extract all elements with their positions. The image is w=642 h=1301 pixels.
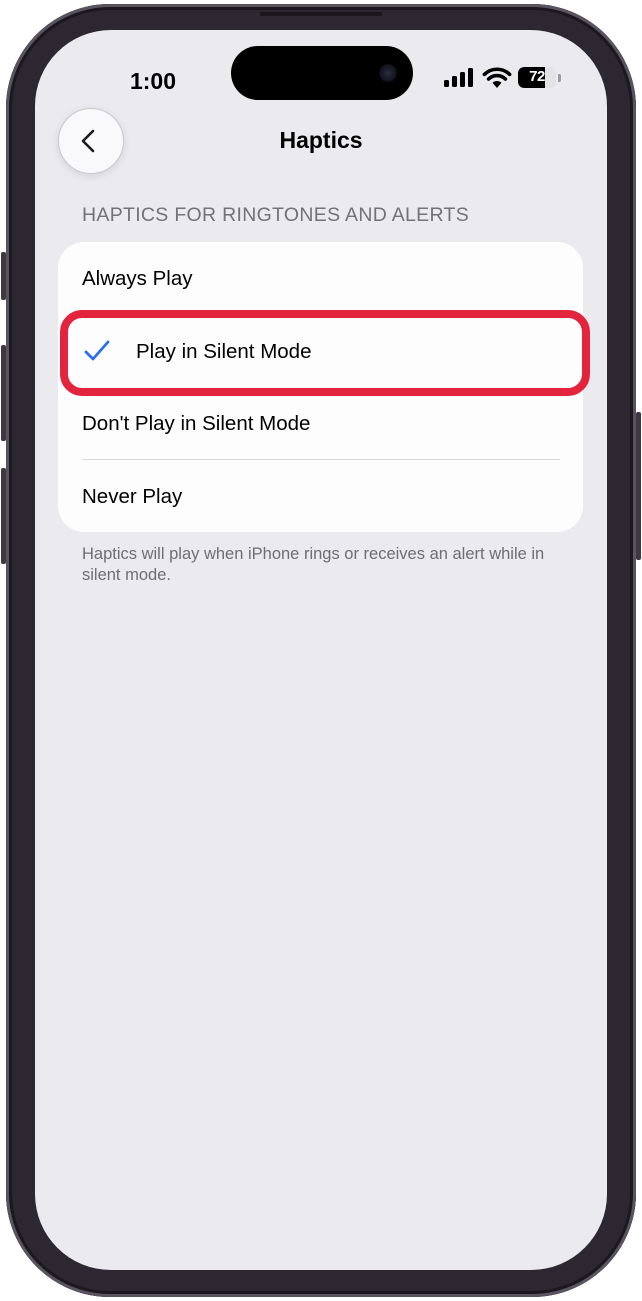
- screen: 1:00 72 Haptics HAPTICS FOR RINGTONES AN…: [35, 30, 607, 1270]
- row-divider: [82, 459, 560, 460]
- side-power-button: [636, 412, 641, 560]
- page-title: Haptics: [279, 127, 363, 153]
- highlight-annotation: [60, 310, 590, 396]
- section-footer-note: Haptics will play when iPhone rings or r…: [82, 545, 545, 584]
- battery-cap: [558, 74, 561, 82]
- battery-icon: 72: [518, 67, 556, 88]
- cellular-signal-icon: [444, 67, 474, 87]
- status-time: 1:00: [129, 68, 177, 94]
- option-label: Always Play: [82, 267, 193, 290]
- wifi-icon: [482, 67, 512, 88]
- action-button: [1, 252, 6, 300]
- option-never-play[interactable]: Never Play: [58, 461, 583, 533]
- option-label: Don't Play in Silent Mode: [82, 412, 311, 435]
- section-header: HAPTICS FOR RINGTONES AND ALERTS: [82, 204, 470, 226]
- speaker-grille: [260, 12, 382, 16]
- dynamic-island: [231, 46, 413, 100]
- battery-percentage: 72: [529, 68, 545, 85]
- status-indicators: 72: [440, 64, 561, 94]
- volume-up-button: [1, 345, 6, 441]
- front-camera-icon: [379, 64, 397, 82]
- option-label: Never Play: [82, 485, 183, 508]
- volume-down-button: [1, 468, 6, 564]
- option-always-play[interactable]: Always Play: [58, 243, 583, 315]
- option-dont-play-in-silent-mode[interactable]: Don't Play in Silent Mode: [58, 388, 583, 460]
